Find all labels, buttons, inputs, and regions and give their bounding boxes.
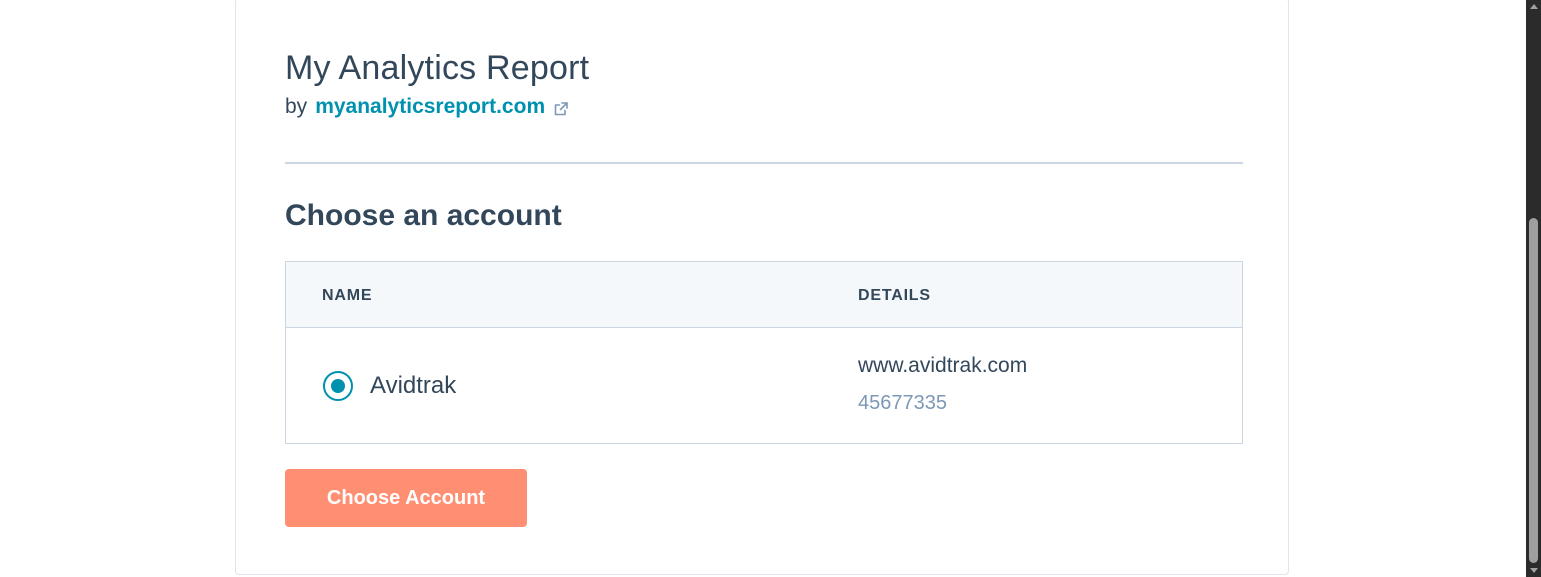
app-title: My Analytics Report (285, 49, 590, 87)
radio-selected-dot (331, 379, 345, 393)
column-header-name: NAME (322, 287, 373, 304)
account-radio[interactable] (323, 371, 353, 401)
vertical-scrollbar[interactable] (1526, 0, 1541, 577)
by-prefix: by (285, 95, 308, 118)
divider (285, 162, 1243, 164)
scroll-down-arrow-icon[interactable] (1530, 568, 1538, 573)
account-name: Avidtrak (370, 372, 457, 399)
accounts-table: NAME DETAILS Avidtrak www.avidtrak.com 4… (285, 261, 1243, 444)
section-title: Choose an account (285, 199, 562, 232)
account-id: 45677335 (858, 392, 947, 414)
scrollbar-thumb[interactable] (1529, 218, 1538, 563)
scroll-up-arrow-icon[interactable] (1530, 4, 1538, 9)
column-header-details: DETAILS (858, 287, 931, 304)
table-header: NAME DETAILS (286, 262, 1242, 328)
table-row[interactable]: Avidtrak www.avidtrak.com 45677335 (286, 328, 1242, 444)
external-link-icon[interactable] (553, 99, 569, 116)
vendor-link[interactable]: myanalyticsreport.com (315, 95, 545, 119)
account-chooser-card: My Analytics Report by myanalyticsreport… (235, 0, 1289, 575)
account-url: www.avidtrak.com (858, 354, 1028, 377)
choose-account-button[interactable]: Choose Account (285, 469, 527, 527)
byline: by myanalyticsreport.com (285, 95, 569, 119)
